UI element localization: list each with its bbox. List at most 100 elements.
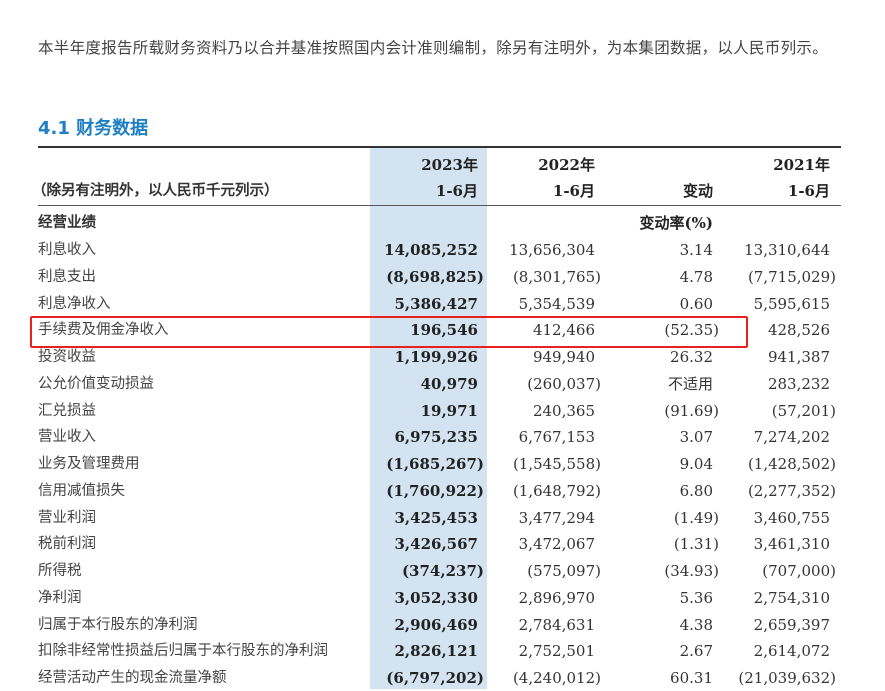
cell-col4: (707,000) — [762, 562, 836, 580]
cell-col3: (34.93) — [664, 562, 719, 580]
cell-col1: (1,685,267) — [386, 455, 484, 473]
cell-col1: 2,826,121 — [394, 642, 478, 661]
table-row: 营业收入 6,975,235 6,767,153 3.07 7,274,202 — [38, 424, 841, 450]
table-row: 汇兑损益 19,971 240,365 (91.69) (57,201) — [38, 398, 841, 424]
row-label: 利息支出 — [38, 268, 96, 285]
cell-col3: (1.31) — [673, 535, 719, 554]
cell-col3: 6.80 — [679, 481, 713, 500]
row-label: 利息收入 — [38, 242, 96, 258]
cell-col3: (91.69) — [664, 401, 719, 420]
cell-col3: 0.60 — [679, 294, 713, 313]
cell-col3: 4.38 — [679, 615, 713, 634]
cell-col3: (1.49) — [673, 508, 719, 527]
cell-col3: 5.36 — [679, 588, 713, 607]
table-row: 扣除非经常性损益后归属于本行股东的净利润 2,826,121 2,752,501 2.… — [38, 638, 841, 664]
col-2022-year: 2022年 — [538, 156, 595, 174]
cell-col1: 6,975,235 — [394, 428, 478, 447]
cell-col2: 2,896,970 — [518, 588, 595, 607]
row-label: 汇兑损益 — [38, 402, 96, 419]
row-label: 营业利润 — [38, 509, 96, 526]
cell-col3: 不适用 — [667, 374, 713, 393]
col-2023-period: 1-6月 — [435, 182, 478, 200]
table-row: 税前利润 3,426,567 3,472,067 (1.31) 3,461,310 — [38, 531, 841, 557]
cell-col3: 2.67 — [679, 642, 713, 661]
cell-col1: 3,425,453 — [394, 508, 478, 527]
cell-col2: 240,365 — [532, 401, 595, 420]
cell-col2: 2,752,501 — [518, 642, 595, 661]
cell-col4: 941,387 — [767, 348, 830, 366]
unit-note: （除另有注明外，以人民币千元列示） — [32, 183, 279, 199]
cell-col1: (6,797,202) — [386, 669, 484, 687]
cell-col2: 2,784,631 — [518, 615, 595, 634]
cell-col4: (57,201) — [771, 401, 836, 420]
cell-col4: 3,460,755 — [753, 508, 830, 527]
cell-col4: 283,232 — [767, 374, 830, 393]
cell-col4: 2,754,310 — [753, 588, 830, 607]
cell-col2: (1,648,792) — [512, 481, 601, 500]
header-row-years: 2023年 2022年 2021年 — [38, 152, 841, 178]
cell-col3: 60.31 — [670, 669, 713, 687]
cell-col2: 3,477,294 — [518, 508, 595, 527]
cell-col1: (1,760,922) — [386, 481, 484, 500]
cell-col4: (2,277,352) — [747, 481, 836, 500]
row-label: 扣除非经常性损益后归属于本行股东的净利润 — [38, 643, 328, 660]
row-label: 归属于本行股东的净利润 — [38, 616, 198, 633]
row-label: 信用减值损失 — [38, 482, 125, 499]
cell-col4: (7,715,029) — [747, 267, 836, 286]
section-row: 经营业绩 变动率(%) — [38, 210, 841, 236]
cell-col1: 3,052,330 — [394, 588, 478, 607]
table-row: 归属于本行股东的净利润 2,906,469 2,784,631 4.38 2,659,3… — [38, 612, 841, 638]
row-label: 经营活动产生的现金流量净额 — [38, 670, 227, 686]
cell-col4: 428,526 — [767, 321, 830, 340]
cell-col2: 5,354,539 — [518, 294, 595, 313]
change-rate-header: 变动率(%) — [639, 214, 713, 232]
cell-col2: (575,097) — [527, 562, 601, 580]
row-label: 所得税 — [38, 563, 82, 579]
cell-col1: (8,698,825) — [386, 267, 484, 286]
table-row: 净利润 3,052,330 2,896,970 5.36 2,754,310 — [38, 585, 841, 611]
col-2023-year: 2023年 — [421, 156, 478, 174]
cell-col3: 4.78 — [679, 267, 713, 286]
cell-col2: (1,545,558) — [512, 455, 601, 473]
table-row: 营业利润 3,425,453 3,477,294 (1.49) 3,460,755 — [38, 505, 841, 531]
col-change: 变动 — [682, 182, 713, 200]
table-row: 利息收入 14,085,252 13,656,304 3.14 13,310,644 — [38, 237, 841, 263]
cell-col1: 5,386,427 — [394, 294, 478, 313]
table-row: 信用减值损失 (1,760,922) (1,648,792) 6.80 (2,277,3… — [38, 478, 841, 504]
highlight-box — [30, 316, 748, 348]
cell-col4: 3,461,310 — [753, 535, 830, 554]
cell-col1: 2,906,469 — [394, 615, 478, 634]
cell-col3: 9.04 — [679, 455, 713, 473]
col-2021-period: 1-6月 — [787, 182, 830, 200]
col-2021-year: 2021年 — [773, 156, 830, 174]
row-label: 业务及管理费用 — [38, 456, 140, 472]
cell-col1: 14,085,252 — [384, 241, 478, 259]
row-label: 利息净收入 — [38, 295, 111, 312]
cell-col4: 13,310,644 — [744, 241, 830, 259]
row-label: 税前利润 — [38, 536, 96, 553]
row-label: 公允价值变动损益 — [38, 375, 154, 392]
cell-col2: 13,656,304 — [509, 241, 595, 259]
cell-col4: 7,274,202 — [753, 428, 830, 447]
cell-col3: 3.14 — [679, 241, 713, 259]
intro-paragraph: 本半年度报告所载财务资料乃以合并基准按照国内会计准则编制，除另有注明外，为本集团… — [38, 39, 829, 57]
cell-col1: 3,426,567 — [394, 535, 478, 554]
section-label: 经营业绩 — [38, 215, 96, 231]
table-row: 经营活动产生的现金流量净额 (6,797,202) (4,240,012) 60.31… — [38, 665, 841, 691]
table-row: 业务及管理费用 (1,685,267) (1,545,558) 9.04 (1,428,… — [38, 451, 841, 477]
table-top-rule — [38, 146, 841, 148]
header-row-periods: （除另有注明外，以人民币千元列示） 1-6月 1-6月 变动 1-6月 — [32, 178, 841, 204]
cell-col2: (8,301,765) — [512, 267, 601, 286]
cell-col4: 2,659,397 — [753, 615, 830, 634]
section-heading: 4.1 财务数据 — [38, 118, 149, 139]
table-row: 利息净收入 5,386,427 5,354,539 0.60 5,595,615 — [38, 291, 841, 317]
cell-col2: 6,767,153 — [518, 428, 595, 447]
header-rule — [38, 205, 841, 206]
cell-col1: 19,971 — [420, 401, 478, 420]
cell-col2: (4,240,012) — [512, 669, 601, 687]
table-row: 公允价值变动损益 40,979 (260,037) 不适用 283,232 — [38, 371, 841, 397]
cell-col1: 40,979 — [420, 374, 478, 393]
row-label: 营业收入 — [38, 429, 96, 446]
cell-col4: (1,428,502) — [747, 455, 836, 473]
cell-col2: (260,037) — [527, 374, 601, 393]
